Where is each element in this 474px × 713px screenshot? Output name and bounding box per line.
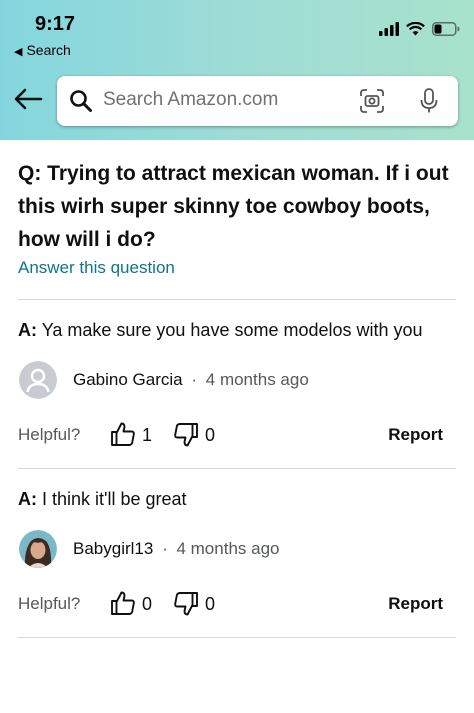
- divider: [18, 299, 456, 300]
- thumbs-down-icon[interactable]: [173, 591, 199, 617]
- answer-body: Ya make sure you have some modelos with …: [41, 320, 423, 340]
- search-input[interactable]: [103, 89, 353, 111]
- downvote-count: 0: [205, 425, 216, 445]
- upvote-count: 0: [142, 594, 153, 614]
- upvote-count: 1: [142, 425, 153, 445]
- user-photo-icon: [19, 530, 57, 568]
- answer-this-question-link[interactable]: Answer this question: [18, 258, 175, 278]
- default-user-icon: [19, 361, 57, 399]
- divider: [18, 637, 456, 638]
- separator-dot: ·: [191, 370, 198, 389]
- avatar[interactable]: [19, 361, 57, 399]
- helpful-label: Helpful?: [18, 594, 81, 613]
- back-arrow-icon[interactable]: [13, 87, 43, 111]
- report-button[interactable]: Report: [388, 594, 443, 614]
- back-triangle-icon: ◀: [14, 46, 23, 58]
- downvote-count: 0: [205, 594, 216, 614]
- avatar[interactable]: [19, 530, 57, 568]
- answer-text: A: I think it'll be great: [18, 489, 187, 510]
- answer-body: I think it'll be great: [42, 489, 187, 509]
- divider: [18, 468, 456, 469]
- thumbs-down-icon[interactable]: [173, 422, 199, 448]
- microphone-icon[interactable]: [419, 87, 439, 115]
- answer-text: A: Ya make sure you have some modelos wi…: [18, 320, 423, 341]
- thumbs-up-icon[interactable]: [110, 421, 136, 447]
- answer-time: 4 months ago: [176, 539, 280, 558]
- search-icon: [70, 90, 92, 112]
- back-to-search-app[interactable]: ◀ Search: [14, 42, 71, 58]
- thumbs-up-icon[interactable]: [110, 590, 136, 616]
- answer-prefix: A:: [18, 489, 37, 509]
- question-title: Q: Trying to attract mexican woman. If i…: [18, 162, 449, 251]
- search-bar[interactable]: [57, 76, 458, 126]
- back-to-search-label: Search: [26, 42, 71, 58]
- author-line: Gabino Garcia · 4 months ago: [73, 370, 309, 390]
- answer-time: 4 months ago: [205, 370, 309, 389]
- helpful-label: Helpful?: [18, 425, 81, 444]
- camera-scan-icon[interactable]: [359, 88, 385, 114]
- status-time: 9:17: [34, 13, 76, 35]
- report-button[interactable]: Report: [388, 425, 443, 445]
- author-name[interactable]: Gabino Garcia: [73, 370, 183, 389]
- helpful-row: Helpful? 0 0 Report: [18, 590, 458, 620]
- author-line: Babygirl13 · 4 months ago: [73, 539, 279, 559]
- helpful-row: Helpful? 1 0 Report: [18, 421, 458, 451]
- signal-icon: [379, 22, 399, 36]
- app-header: 9:17 ◀ Search: [0, 0, 474, 140]
- status-icons: [379, 22, 460, 36]
- separator-dot: ·: [162, 539, 168, 558]
- battery-icon: [432, 22, 460, 36]
- wifi-icon: [406, 22, 425, 36]
- author-name[interactable]: Babygirl13: [73, 539, 153, 558]
- answer-prefix: A:: [18, 320, 37, 340]
